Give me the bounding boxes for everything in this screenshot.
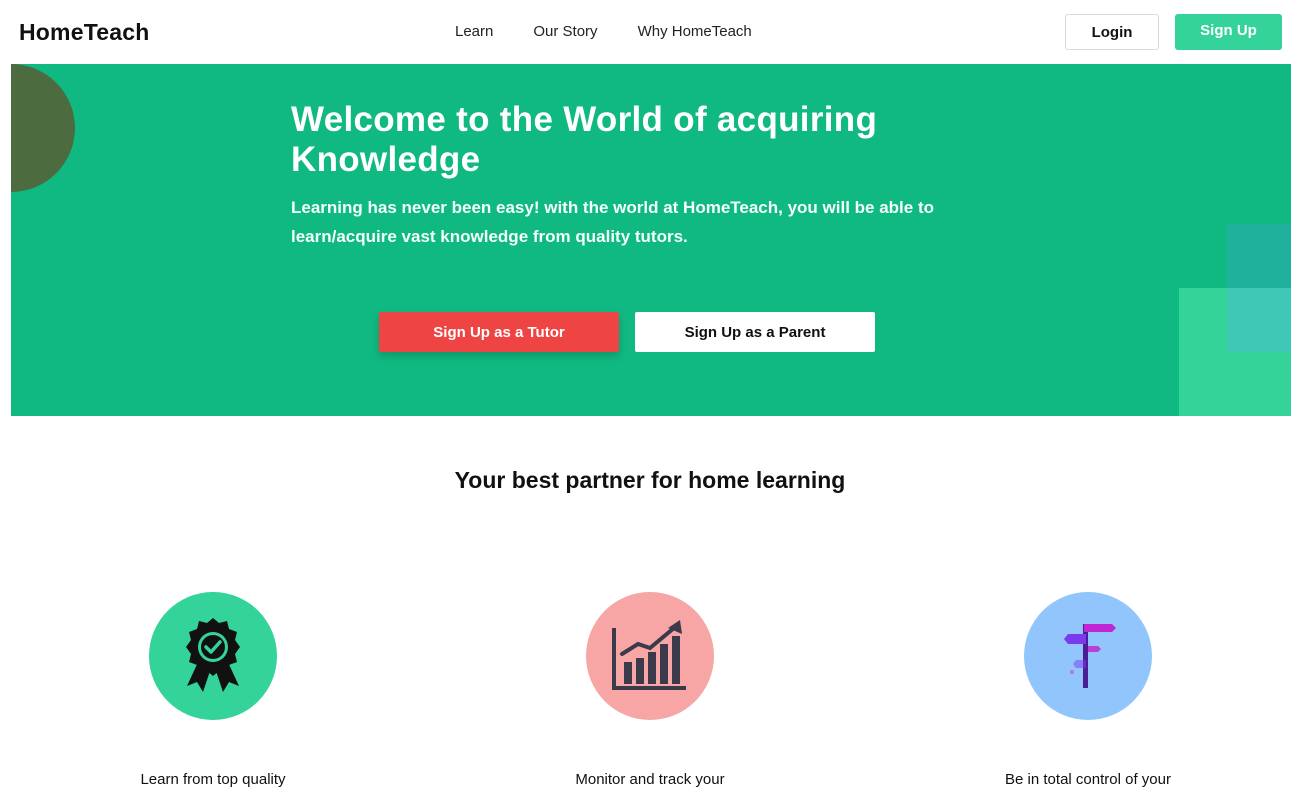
hero-subtitle: Learning has never been easy! with the w… — [291, 198, 935, 246]
growth-chart-icon — [612, 620, 686, 690]
signup-parent-button[interactable]: Sign Up as a Parent — [635, 312, 875, 352]
nav-link-our-story[interactable]: Our Story — [533, 23, 597, 40]
feature-text: Learn from top quality — [140, 771, 286, 788]
nav-link-why-hometeach[interactable]: Why HomeTeach — [638, 23, 752, 40]
feature-text: Monitor and track your — [575, 771, 725, 788]
award-badge-icon — [186, 618, 240, 692]
feature-icon-circle — [1024, 592, 1152, 720]
signup-tutor-button[interactable]: Sign Up as a Tutor — [379, 312, 619, 352]
nav-link-learn[interactable]: Learn — [455, 23, 493, 40]
feature-icon-circle — [586, 592, 714, 720]
decorative-square — [1227, 288, 1291, 352]
top-navbar: HomeTeach Learn Our Story Why HomeTeach … — [0, 0, 1295, 64]
feature-text: Be in total control of your — [1005, 771, 1171, 788]
section-title: Your best partner for home learning — [454, 467, 846, 493]
signpost-icon — [1064, 624, 1116, 688]
hero-banner: Welcome to the World of acquiring Knowle… — [11, 64, 1291, 416]
signup-button[interactable]: Sign Up — [1175, 14, 1282, 50]
feature-icon-circle — [149, 592, 277, 720]
hero-title: Welcome to the World of acquiring Knowle… — [291, 100, 878, 179]
decorative-circle — [11, 64, 75, 192]
login-button[interactable]: Login — [1065, 14, 1159, 50]
main-nav: Learn Our Story Why HomeTeach — [455, 23, 752, 40]
brand-logo[interactable]: HomeTeach — [19, 19, 149, 46]
